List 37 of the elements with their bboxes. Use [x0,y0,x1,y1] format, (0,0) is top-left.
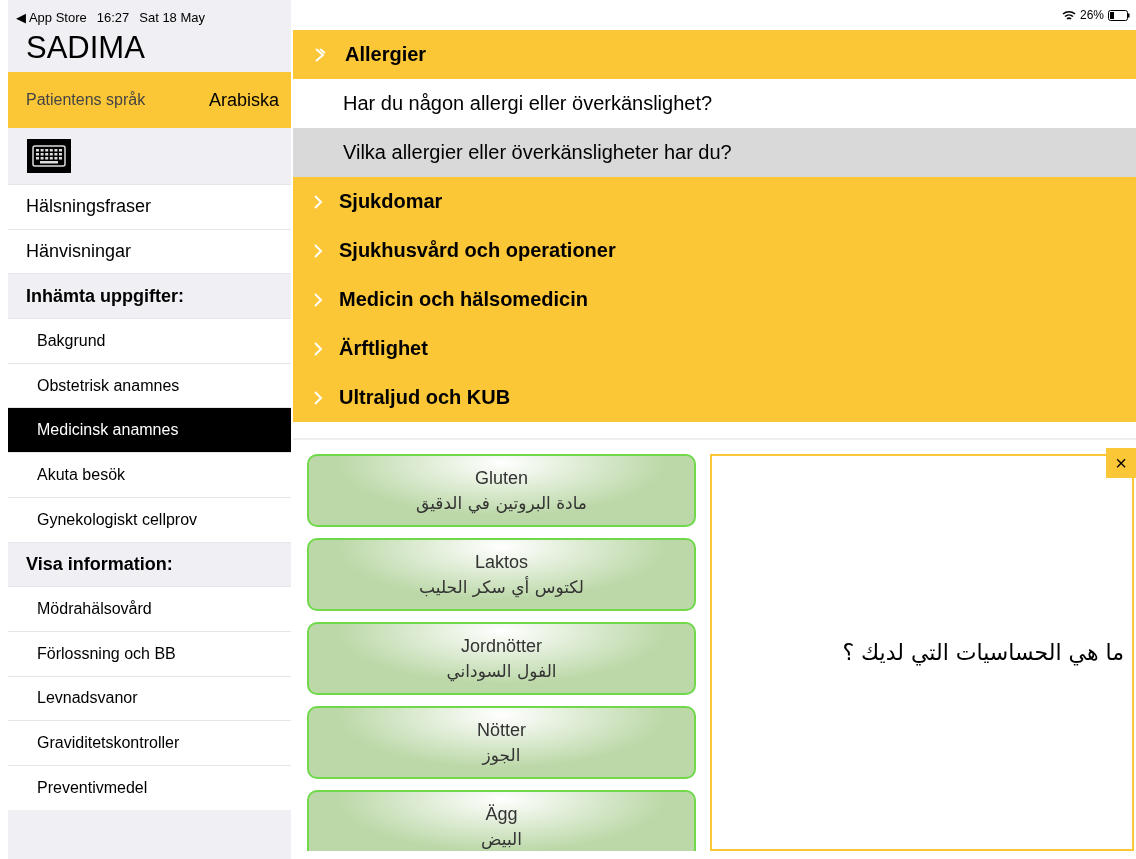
close-button[interactable]: × [1106,448,1136,478]
menu-item[interactable]: Medicinsk anamnes [8,407,291,453]
chevron-right-icon [313,291,323,308]
menu-item[interactable]: Akuta besök [8,452,291,497]
language-value: Arabiska [208,89,279,111]
translation-text: ما هي الحساسيات التي لديك ؟ [842,640,1124,665]
language-bar[interactable]: Patientens språk Arabiska [8,72,291,128]
chevron-right-icon [313,193,323,210]
keyboard-icon[interactable] [27,139,71,173]
chevron-right-icon [313,340,323,357]
status-date: Sat 18 May [139,10,206,27]
category-header[interactable]: Allergier [293,30,1136,79]
chevron-right-icon [313,242,323,259]
wifi-icon [1061,9,1076,21]
battery-icon [1108,9,1130,21]
menu-item[interactable]: Obstetrisk anamnes [8,362,291,408]
menu-item[interactable]: Hälsningsfraser [8,184,291,229]
status-time: 16:27 [96,10,130,27]
app-title: SADIMA [25,29,146,67]
question-item[interactable]: Vilka allergier eller överkänsligheter har du? [293,128,1136,177]
menu-item[interactable]: Gynekologiskt cellprov [8,496,291,542]
battery-percent: 26% [1079,8,1104,22]
category-header[interactable]: Sjukdomar [293,177,1136,226]
menu-item[interactable]: Graviditetskontroller [8,720,291,765]
menu-item[interactable]: Förlossning och BB [8,630,291,676]
menu-item[interactable]: Bakgrund [8,318,291,363]
back-link[interactable]: ◀ App Store [16,10,87,28]
category-header[interactable]: Ultraljud och KUB [293,373,1136,422]
language-label: Patientens språk [26,91,146,109]
category-header[interactable]: Medicin och hälsomedicin [293,275,1136,324]
menu-item[interactable]: Hänvisningar [8,228,291,274]
category-header[interactable]: Sjukhusvård och operationer [293,226,1136,275]
menu-item[interactable]: Levnadsvanor [8,675,291,721]
menu-item[interactable]: Preventivmedel [8,764,291,810]
menu-item[interactable]: Mödrahälsovård [8,586,291,631]
chevron-right-icon [313,389,323,406]
category-header[interactable]: Ärftlighet [293,324,1136,373]
